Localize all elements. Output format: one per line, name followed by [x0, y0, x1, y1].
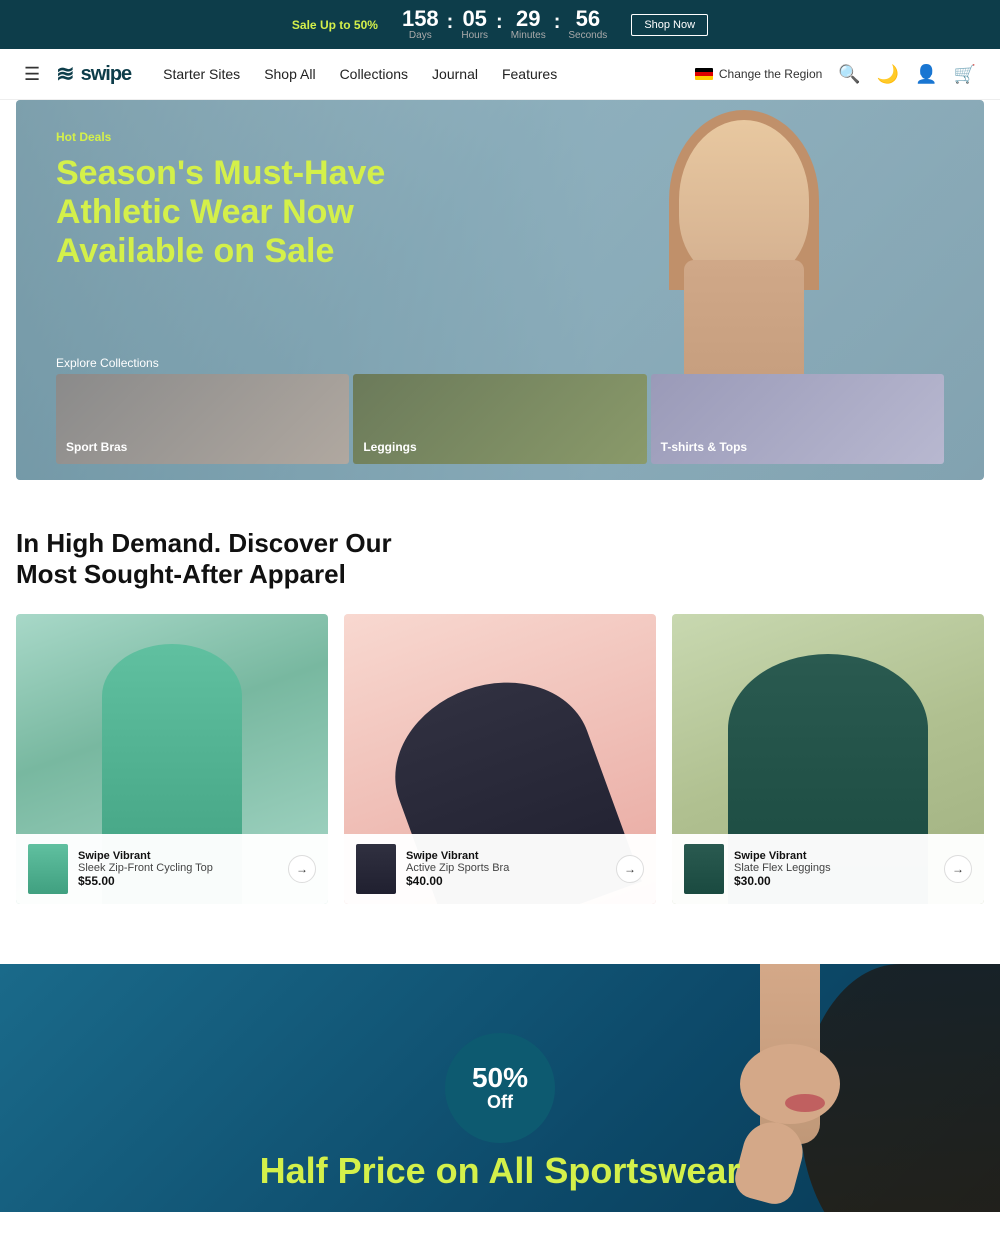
promo-off: Off	[487, 1092, 513, 1113]
product-arrow-1[interactable]: →	[288, 855, 316, 883]
product-brand-2: Swipe Vibrant	[406, 850, 606, 862]
product-info-2: Swipe Vibrant Active Zip Sports Bra $40.…	[344, 834, 656, 904]
sale-text: Sale Up to 50%	[292, 18, 378, 32]
promo-circle: 50% Off	[445, 1033, 555, 1143]
product-price-3: $30.00	[734, 874, 934, 888]
logo-text: swipe	[81, 63, 132, 86]
promo-text: Half Price on All Sportswear	[0, 1150, 1000, 1192]
hero-title: Season's Must-Have Athletic Wear Now Ava…	[56, 154, 436, 271]
countdown-hours: 05 Hours	[461, 8, 488, 41]
sport-bras-label: Sport Bras	[66, 440, 127, 454]
product-details-1: Swipe Vibrant Sleek Zip-Front Cycling To…	[78, 850, 278, 888]
product-brand-3: Swipe Vibrant	[734, 850, 934, 862]
product-details-2: Swipe Vibrant Active Zip Sports Bra $40.…	[406, 850, 606, 888]
product-card-2[interactable]: Swipe Vibrant Active Zip Sports Bra $40.…	[344, 614, 656, 904]
top-banner: Sale Up to 50% 158 Days : 05 Hours : 29 …	[0, 0, 1000, 49]
product-card-1[interactable]: Swipe Vibrant Sleek Zip-Front Cycling To…	[16, 614, 328, 904]
nav-right: Change the Region 🔍 🌙 👤 🛒	[695, 64, 976, 85]
hero-content: Hot Deals Season's Must-Have Athletic We…	[56, 130, 436, 271]
tshirts-label: T-shirts & Tops	[661, 440, 747, 454]
explore-collections-label: Explore Collections	[56, 356, 159, 370]
flag-icon	[695, 68, 713, 80]
high-demand-section: In High Demand. Discover Our Most Sought…	[0, 488, 1000, 924]
moon-icon[interactable]: 🌙	[877, 64, 899, 85]
promo-chin	[740, 1044, 840, 1124]
product-arrow-3[interactable]: →	[944, 855, 972, 883]
region-label: Change the Region	[719, 67, 822, 81]
countdown: 158 Days : 05 Hours : 29 Minutes : 56 Se…	[402, 8, 607, 41]
product-name-1: Sleek Zip-Front Cycling Top	[78, 862, 278, 874]
product-thumbnail-1	[28, 844, 68, 894]
collection-sport-bras[interactable]: Sport Bras	[56, 374, 349, 464]
sep3: :	[554, 11, 561, 34]
product-price-1: $55.00	[78, 874, 278, 888]
countdown-days: 158 Days	[402, 8, 439, 41]
nav-links: Starter Sites Shop All Collections Journ…	[163, 66, 687, 82]
nav-shop-all[interactable]: Shop All	[264, 66, 315, 82]
nav-starter-sites[interactable]: Starter Sites	[163, 66, 240, 82]
product-thumbnail-2	[356, 844, 396, 894]
search-icon[interactable]: 🔍	[838, 64, 860, 85]
product-arrow-2[interactable]: →	[616, 855, 644, 883]
navbar: ☰ ≋ swipe Starter Sites Shop All Collect…	[0, 49, 1000, 100]
shop-now-button[interactable]: Shop Now	[631, 14, 708, 36]
user-icon[interactable]: 👤	[915, 64, 937, 85]
sep1: :	[447, 11, 454, 34]
product-name-2: Active Zip Sports Bra	[406, 862, 606, 874]
product-details-3: Swipe Vibrant Slate Flex Leggings $30.00	[734, 850, 934, 888]
hamburger-icon[interactable]: ☰	[24, 64, 40, 85]
product-grid: Swipe Vibrant Sleek Zip-Front Cycling To…	[16, 614, 984, 904]
face	[679, 120, 809, 280]
hero-banner: Hot Deals Season's Must-Have Athletic We…	[16, 100, 984, 480]
product-card-3[interactable]: Swipe Vibrant Slate Flex Leggings $30.00…	[672, 614, 984, 904]
logo[interactable]: ≋ swipe	[56, 61, 131, 87]
product-name-3: Slate Flex Leggings	[734, 862, 934, 874]
promo-section: 50% Off Half Price on All Sportswear	[0, 964, 1000, 1212]
collection-cards: Sport Bras Leggings T-shirts & Tops	[56, 374, 944, 464]
promo-percent: 50%	[472, 1064, 528, 1092]
product-info-3: Swipe Vibrant Slate Flex Leggings $30.00…	[672, 834, 984, 904]
product-thumbnail-3	[684, 844, 724, 894]
nav-features[interactable]: Features	[502, 66, 557, 82]
countdown-minutes: 29 Minutes	[511, 8, 546, 41]
countdown-seconds: 56 Seconds	[568, 8, 607, 41]
section-title: In High Demand. Discover Our Most Sought…	[16, 528, 436, 590]
cart-icon[interactable]: 🛒	[954, 64, 976, 85]
product-brand-1: Swipe Vibrant	[78, 850, 278, 862]
region-selector[interactable]: Change the Region	[695, 67, 822, 81]
leggings-label: Leggings	[363, 440, 416, 454]
collection-leggings[interactable]: Leggings	[353, 374, 646, 464]
logo-icon: ≋	[56, 61, 74, 87]
hot-deals-label: Hot Deals	[56, 130, 436, 144]
product-price-2: $40.00	[406, 874, 606, 888]
collection-tshirts[interactable]: T-shirts & Tops	[651, 374, 944, 464]
sep2: :	[496, 11, 503, 34]
product-info-1: Swipe Vibrant Sleek Zip-Front Cycling To…	[16, 834, 328, 904]
nav-collections[interactable]: Collections	[340, 66, 408, 82]
nav-journal[interactable]: Journal	[432, 66, 478, 82]
promo-title: Half Price on All Sportswear	[0, 1150, 1000, 1192]
